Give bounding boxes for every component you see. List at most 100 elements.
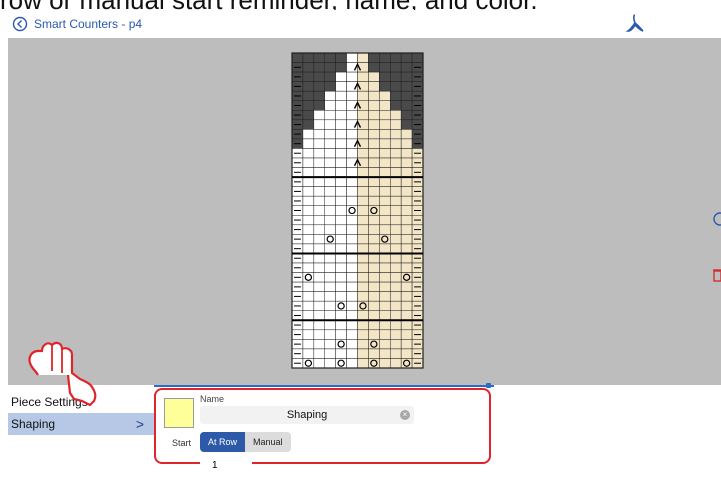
chart-cell [400, 90, 413, 101]
chart-cell [346, 310, 358, 321]
chart-cell [313, 234, 326, 245]
chart-cell [368, 148, 380, 159]
chart-cell [400, 81, 413, 92]
chart-cell [313, 339, 326, 350]
chart-cell [302, 129, 315, 140]
back-button[interactable]: Smart Counters - p4 [12, 14, 142, 34]
chart-cell [346, 281, 358, 292]
chart-cell [400, 215, 413, 226]
chart-canvas[interactable] [8, 38, 721, 385]
chart-cell [324, 138, 336, 149]
chart-cell [400, 205, 413, 216]
chart-cell [302, 71, 315, 82]
chart-cell [400, 100, 413, 111]
chart-cell [400, 138, 413, 149]
chart-cell [390, 62, 402, 73]
chart-cell [390, 300, 402, 311]
chart-cell [302, 320, 315, 331]
clear-icon[interactable]: × [400, 410, 410, 420]
chart-cell [379, 291, 391, 302]
start-manual-button[interactable]: Manual [245, 432, 291, 452]
start-label: Start [172, 438, 192, 448]
name-input[interactable] [200, 406, 414, 424]
chart-cell [313, 90, 326, 101]
chart-cell [368, 320, 380, 331]
chart-cell [346, 52, 358, 63]
chart-cell [324, 272, 336, 283]
chart-cell [390, 52, 402, 63]
chart-cell [335, 243, 347, 254]
chart-cell [302, 81, 315, 92]
chart-cell [368, 52, 380, 63]
chart-cell [324, 358, 336, 369]
chart-cell [313, 310, 326, 321]
start-row-input[interactable] [200, 456, 252, 474]
chart-cell [379, 81, 391, 92]
top-bar: Smart Counters - p4 [0, 10, 721, 38]
chart-cell [346, 176, 358, 187]
side-item-shaping[interactable]: Shaping > [8, 413, 154, 435]
chart-cell [302, 224, 315, 235]
chart-cell [302, 300, 315, 311]
chart-cell [335, 138, 347, 149]
chart-cell [400, 310, 413, 321]
chart-cell [390, 205, 402, 216]
chart-cell [379, 100, 391, 111]
start-mode-toggle: At Row Manual [200, 432, 291, 452]
add-circle-icon[interactable] [710, 210, 721, 228]
chart-cell [400, 348, 413, 359]
chart-cell [379, 253, 391, 264]
chart-cell [313, 281, 326, 292]
chart-cell [313, 262, 326, 273]
chart-cell [302, 234, 315, 245]
chart-cell [346, 71, 358, 82]
chart-cell [390, 253, 402, 264]
chart-cell [346, 90, 358, 101]
chart-cell [335, 215, 347, 226]
chart-cell [313, 157, 326, 168]
chart-cell [335, 81, 347, 92]
chart-cell [302, 157, 315, 168]
chart-cell [313, 348, 326, 359]
chart-cell [313, 300, 326, 311]
progress-marker[interactable] [486, 383, 491, 388]
chart-cell [400, 300, 413, 311]
chart-cell [390, 100, 402, 111]
chart-cell [335, 234, 347, 245]
chart-cell [368, 138, 380, 149]
chart-cell [357, 148, 369, 159]
chart-cell [313, 110, 326, 121]
chart-cell [346, 262, 358, 273]
chart-cell [400, 157, 413, 168]
chart-cell [379, 52, 391, 63]
chart-cell [324, 110, 336, 121]
chart-cell [302, 186, 315, 197]
chart-cell [379, 90, 391, 101]
adobe-acrobat-icon[interactable] [625, 13, 645, 35]
chart-cell [357, 90, 369, 101]
chart-cell [390, 186, 402, 197]
chart-cell [302, 205, 315, 216]
chart-cell [302, 348, 315, 359]
chart-cell [379, 358, 391, 369]
chart-cell [302, 148, 315, 159]
start-at-row-button[interactable]: At Row [200, 432, 246, 452]
chart-cell [390, 129, 402, 140]
color-swatch[interactable] [164, 398, 194, 428]
trash-icon[interactable] [710, 266, 721, 284]
chart-cell [313, 205, 326, 216]
chart-cell [379, 320, 391, 331]
chart-cell [324, 100, 336, 111]
chart-cell [335, 62, 347, 73]
chart-cell [324, 71, 336, 82]
chart-cell [379, 167, 391, 178]
chart-cell [335, 52, 347, 63]
chart-cell [324, 157, 336, 168]
chart-cell [390, 148, 402, 159]
progress-bar [154, 385, 494, 387]
chart-cell [368, 81, 380, 92]
chart-cell [357, 291, 369, 302]
chart-cell [346, 234, 358, 245]
chart-cell [400, 62, 413, 73]
chart-cell [313, 119, 326, 130]
